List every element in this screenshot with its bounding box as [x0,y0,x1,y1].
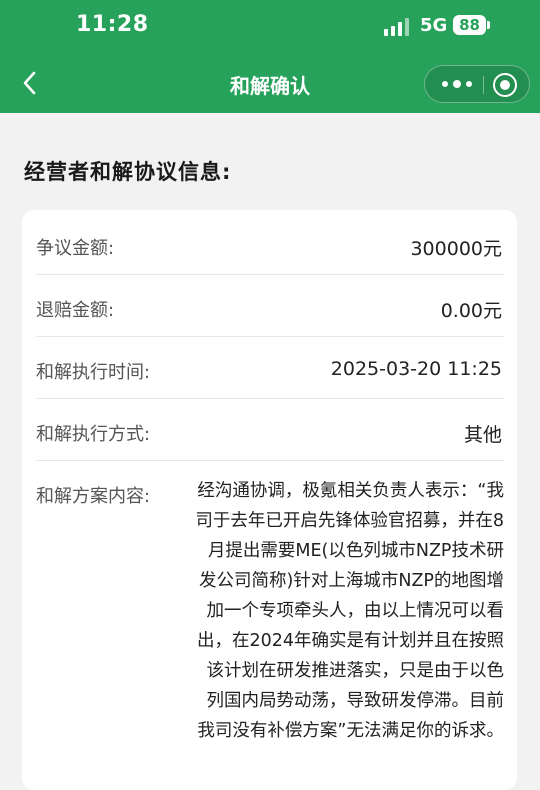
mini-program-capsule [424,65,530,103]
capsule-divider [483,76,484,94]
status-bar: 11:28 5G 88 [0,0,540,54]
row-execution-method: 和解执行方式: 其他 [36,399,504,461]
close-target-button[interactable] [493,73,517,97]
row-label: 和解执行时间: [36,362,151,383]
back-button[interactable] [16,67,44,99]
more-dots-icon [442,80,472,88]
signal-icon [384,18,410,36]
row-label: 和解执行方式: [36,424,151,445]
header: 11:28 5G 88 和解确认 [0,0,540,113]
row-value: 0.00元 [440,300,502,322]
row-refund-amount: 退赔金额: 0.00元 [36,275,504,337]
more-button[interactable] [437,74,477,94]
plan-label: 和解方案内容: [36,486,151,507]
agreement-card: 争议金额: 300000元 退赔金额: 0.00元 和解执行时间: 2025-0… [22,210,517,790]
status-time: 11:28 [76,12,149,37]
nav-bar: 和解确认 [0,54,540,113]
row-value: 2025-03-20 11:25 [330,358,502,380]
network-type: 5G [420,15,448,36]
chevron-left-icon [23,71,36,95]
battery-icon: 88 [453,15,490,35]
row-label: 退赔金额: [36,300,115,321]
plan-content: 经沟通协调，极氪相关负责人表示：“我司于去年已开启先锋体验官招募，并在8月提出需… [195,481,504,741]
row-dispute-amount: 争议金额: 300000元 [36,213,504,275]
row-value: 300000元 [410,238,502,260]
row-execution-time: 和解执行时间: 2025-03-20 11:25 [36,337,504,399]
row-label: 争议金额: [36,238,115,259]
section-title: 经营者和解协议信息: [24,160,232,184]
row-value: 其他 [463,424,502,446]
